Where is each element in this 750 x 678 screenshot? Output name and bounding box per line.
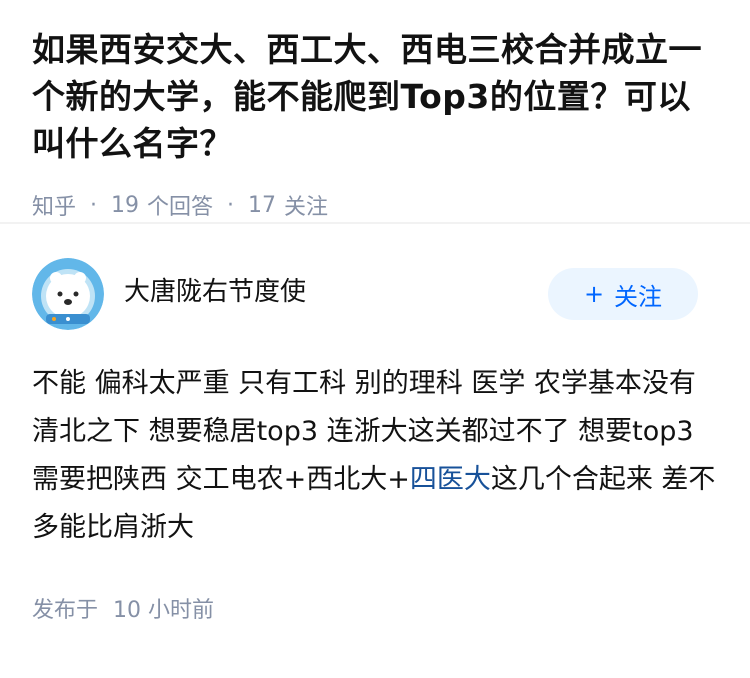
follow-count-label: 关注	[284, 195, 329, 220]
source-label: 知乎	[32, 195, 77, 220]
question-meta: 知乎 · 19 个回答 · 17 关注	[32, 189, 718, 221]
follow-button[interactable]: + 关注	[548, 268, 698, 320]
answer-card: 大唐陇右节度使 + 关注 不能 偏科太严重 只有工科 别的理科 医学 农学基本没…	[0, 224, 750, 624]
answer-link[interactable]: 四医大	[410, 464, 491, 495]
answer-count-label: 个回答	[147, 195, 214, 220]
answer-content[interactable]: 不能 偏科太严重 只有工科 别的理科 医学 农学基本没有 清北之下 想要稳居to…	[32, 360, 718, 552]
question-title[interactable]: 如果西安交大、西工大、西电三校合并成立一个新的大学，能不能爬到Top3的位置？可…	[32, 26, 718, 167]
separator-dot: ·	[227, 192, 235, 218]
author-row: 大唐陇右节度使 + 关注	[32, 258, 718, 330]
post-time: 发布于 10 小时前	[32, 592, 718, 624]
author-name[interactable]: 大唐陇右节度使	[124, 271, 548, 308]
post-time-value: 10 小时前	[113, 598, 215, 623]
answer-count: 19	[111, 192, 140, 218]
question-header: 如果西安交大、西工大、西电三校合并成立一个新的大学，能不能爬到Top3的位置？可…	[0, 0, 750, 224]
plus-icon: +	[583, 280, 605, 308]
follow-count: 17	[248, 192, 277, 218]
separator-dot: ·	[90, 192, 98, 218]
post-time-label: 发布于	[32, 598, 99, 623]
follow-button-label: 关注	[614, 282, 663, 311]
avatar[interactable]	[32, 258, 104, 330]
polar-bear-astronaut-icon	[32, 258, 104, 330]
